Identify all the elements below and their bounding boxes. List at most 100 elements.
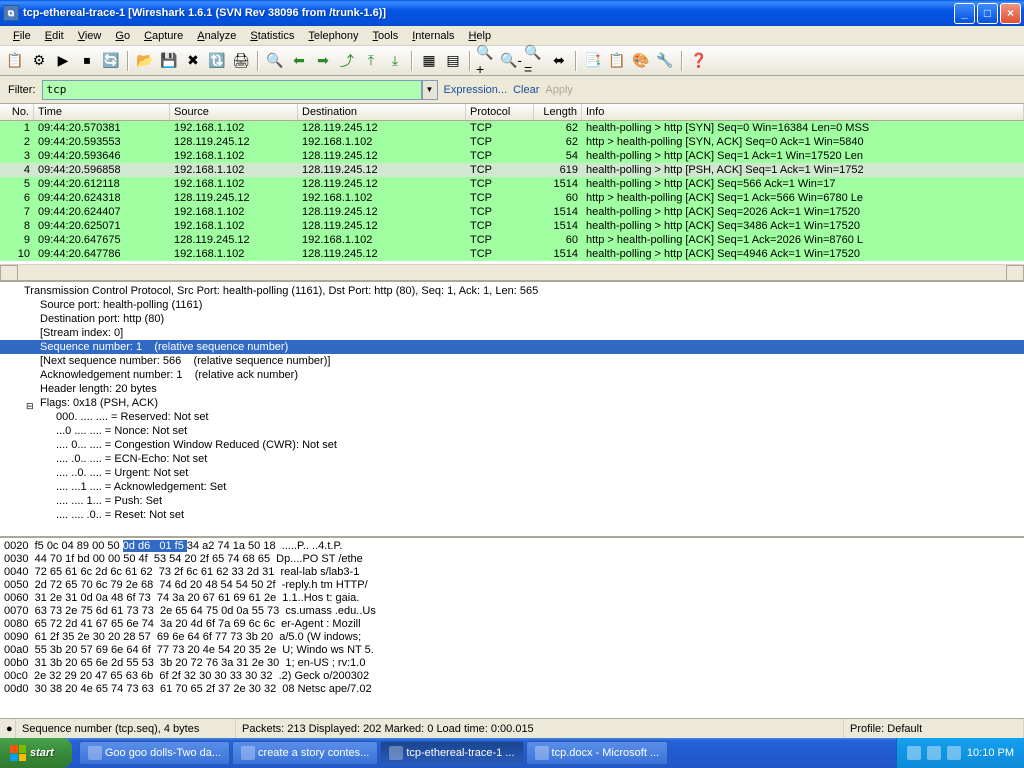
taskbar-item[interactable]: Goo goo dolls-Two da... <box>79 741 230 765</box>
menu-view[interactable]: View <box>71 28 109 44</box>
table-row[interactable]: 709:44:20.624407192.168.1.102128.119.245… <box>0 205 1024 219</box>
capture-filter-icon[interactable]: 📑 <box>582 50 604 72</box>
go-back-icon[interactable]: ⬅ <box>288 50 310 72</box>
table-row[interactable]: 109:44:20.570381192.168.1.102128.119.245… <box>0 121 1024 135</box>
clear-link[interactable]: Clear <box>513 84 539 96</box>
hex-line[interactable]: 0060 31 2e 31 0d 0a 48 6f 73 74 3a 20 67… <box>4 592 1020 605</box>
system-tray[interactable]: 10:10 PM <box>896 738 1024 768</box>
col-length[interactable]: Length <box>534 104 582 120</box>
hex-line[interactable]: 0080 65 72 2d 41 67 65 6e 74 3a 20 4d 6f… <box>4 618 1020 631</box>
taskbar-item[interactable]: tcp.docx - Microsoft ... <box>526 741 669 765</box>
menu-tools[interactable]: Tools <box>366 28 406 44</box>
table-row[interactable]: 209:44:20.593553128.119.245.12192.168.1.… <box>0 135 1024 149</box>
col-time[interactable]: Time <box>34 104 170 120</box>
tray-icon[interactable] <box>907 746 921 760</box>
detail-line[interactable]: Destination port: http (80) <box>0 312 1024 326</box>
auto-scroll-icon[interactable]: ▤ <box>442 50 464 72</box>
detail-line[interactable]: .... 0... .... = Congestion Window Reduc… <box>0 438 1024 452</box>
minimize-button[interactable]: _ <box>954 3 975 24</box>
col-info[interactable]: Info <box>582 104 1024 120</box>
colorize-icon[interactable]: ▦ <box>418 50 440 72</box>
hex-line[interactable]: 00b0 31 3b 20 65 6e 2d 55 53 3b 20 72 76… <box>4 657 1020 670</box>
packet-bytes-pane[interactable]: 0020 f5 0c 04 89 00 50 0d d6 01 f5 34 a2… <box>0 538 1024 718</box>
go-forward-icon[interactable]: ➡ <box>312 50 334 72</box>
display-filter-icon[interactable]: 📋 <box>606 50 628 72</box>
find-icon[interactable]: 🔍 <box>264 50 286 72</box>
menu-capture[interactable]: Capture <box>137 28 190 44</box>
maximize-button[interactable]: □ <box>977 3 998 24</box>
open-file-icon[interactable]: 📂 <box>134 50 156 72</box>
stop-capture-icon[interactable]: ⏹ <box>76 50 98 72</box>
menu-statistics[interactable]: Statistics <box>243 28 301 44</box>
menu-help[interactable]: Help <box>461 28 498 44</box>
detail-line[interactable]: Sequence number: 1 (relative sequence nu… <box>0 340 1024 354</box>
print-icon[interactable]: 🖨 <box>230 50 252 72</box>
go-first-icon[interactable]: ⤒ <box>360 50 382 72</box>
detail-line[interactable]: [Stream index: 0] <box>0 326 1024 340</box>
zoom-reset-icon[interactable]: 🔍= <box>524 50 546 72</box>
expression-link[interactable]: Expression... <box>444 84 508 96</box>
close-button[interactable]: × <box>1000 3 1021 24</box>
hex-line[interactable]: 0040 72 65 61 6c 2d 6c 61 62 73 2f 6c 61… <box>4 566 1020 579</box>
horizontal-scrollbar[interactable] <box>0 264 1024 280</box>
go-to-packet-icon[interactable]: ⤴ <box>336 50 358 72</box>
close-file-icon[interactable]: ✖ <box>182 50 204 72</box>
resize-columns-icon[interactable]: ⬌ <box>548 50 570 72</box>
col-destination[interactable]: Destination <box>298 104 466 120</box>
tray-icon[interactable] <box>947 746 961 760</box>
hex-line[interactable]: 0090 61 2f 35 2e 30 20 28 57 69 6e 64 6f… <box>4 631 1020 644</box>
table-row[interactable]: 1009:44:20.647786192.168.1.102128.119.24… <box>0 247 1024 261</box>
table-row[interactable]: 409:44:20.596858192.168.1.102128.119.245… <box>0 163 1024 177</box>
clock[interactable]: 10:10 PM <box>967 747 1014 759</box>
menu-analyze[interactable]: Analyze <box>190 28 243 44</box>
menu-internals[interactable]: Internals <box>405 28 461 44</box>
expert-info-icon[interactable]: ● <box>0 719 16 738</box>
filter-input[interactable] <box>42 80 422 100</box>
detail-line[interactable]: .... .0.. .... = ECN-Echo: Not set <box>0 452 1024 466</box>
reload-icon[interactable]: 🔃 <box>206 50 228 72</box>
preferences-icon[interactable]: 🔧 <box>654 50 676 72</box>
coloring-rules-icon[interactable]: 🎨 <box>630 50 652 72</box>
detail-line[interactable]: 000. .... .... = Reserved: Not set <box>0 410 1024 424</box>
zoom-in-icon[interactable]: 🔍+ <box>476 50 498 72</box>
col-source[interactable]: Source <box>170 104 298 120</box>
status-profile[interactable]: Profile: Default <box>844 719 1024 738</box>
restart-capture-icon[interactable]: 🔄 <box>100 50 122 72</box>
table-row[interactable]: 309:44:20.593646192.168.1.102128.119.245… <box>0 149 1024 163</box>
menu-telephony[interactable]: Telephony <box>301 28 365 44</box>
zoom-out-icon[interactable]: 🔍- <box>500 50 522 72</box>
options-icon[interactable]: ⚙ <box>28 50 50 72</box>
start-button[interactable]: start <box>0 738 72 768</box>
detail-line[interactable]: .... .... 1... = Push: Set <box>0 494 1024 508</box>
menu-go[interactable]: Go <box>108 28 137 44</box>
detail-line[interactable]: [Next sequence number: 566 (relative seq… <box>0 354 1024 368</box>
save-file-icon[interactable]: 💾 <box>158 50 180 72</box>
menu-edit[interactable]: Edit <box>38 28 71 44</box>
hex-line[interactable]: 00d0 30 38 20 4e 65 74 73 63 61 70 65 2f… <box>4 683 1020 696</box>
taskbar-item[interactable]: create a story contes... <box>232 741 378 765</box>
start-capture-icon[interactable]: ▶ <box>52 50 74 72</box>
hex-line[interactable]: 0020 f5 0c 04 89 00 50 0d d6 01 f5 34 a2… <box>4 540 1020 553</box>
detail-line[interactable]: .... ..0. .... = Urgent: Not set <box>0 466 1024 480</box>
go-last-icon[interactable]: ⤓ <box>384 50 406 72</box>
hex-line[interactable]: 00c0 2e 32 29 20 47 65 63 6b 6f 2f 32 30… <box>4 670 1020 683</box>
hex-line[interactable]: 0050 2d 72 65 70 6c 79 2e 68 74 6d 20 48… <box>4 579 1020 592</box>
packet-details-pane[interactable]: Transmission Control Protocol, Src Port:… <box>0 282 1024 538</box>
hex-line[interactable]: 00a0 55 3b 20 57 69 6e 64 6f 77 73 20 4e… <box>4 644 1020 657</box>
table-row[interactable]: 509:44:20.612118192.168.1.102128.119.245… <box>0 177 1024 191</box>
detail-line[interactable]: ...0 .... .... = Nonce: Not set <box>0 424 1024 438</box>
detail-line[interactable]: Header length: 20 bytes <box>0 382 1024 396</box>
tray-icon[interactable] <box>927 746 941 760</box>
hex-line[interactable]: 0070 63 73 2e 75 6d 61 73 73 2e 65 64 75… <box>4 605 1020 618</box>
detail-line[interactable]: Flags: 0x18 (PSH, ACK) <box>0 396 1024 410</box>
filter-dropdown-icon[interactable]: ▼ <box>422 80 438 100</box>
detail-line[interactable]: Transmission Control Protocol, Src Port:… <box>0 284 1024 298</box>
apply-link[interactable]: Apply <box>545 84 573 96</box>
detail-line[interactable]: .... ...1 .... = Acknowledgement: Set <box>0 480 1024 494</box>
col-protocol[interactable]: Protocol <box>466 104 534 120</box>
hex-line[interactable]: 0030 44 70 1f bd 00 00 50 4f 53 54 20 2f… <box>4 553 1020 566</box>
detail-line[interactable]: Source port: health-polling (1161) <box>0 298 1024 312</box>
table-row[interactable]: 909:44:20.647675128.119.245.12192.168.1.… <box>0 233 1024 247</box>
col-no[interactable]: No. <box>0 104 34 120</box>
detail-line[interactable]: Acknowledgement number: 1 (relative ack … <box>0 368 1024 382</box>
